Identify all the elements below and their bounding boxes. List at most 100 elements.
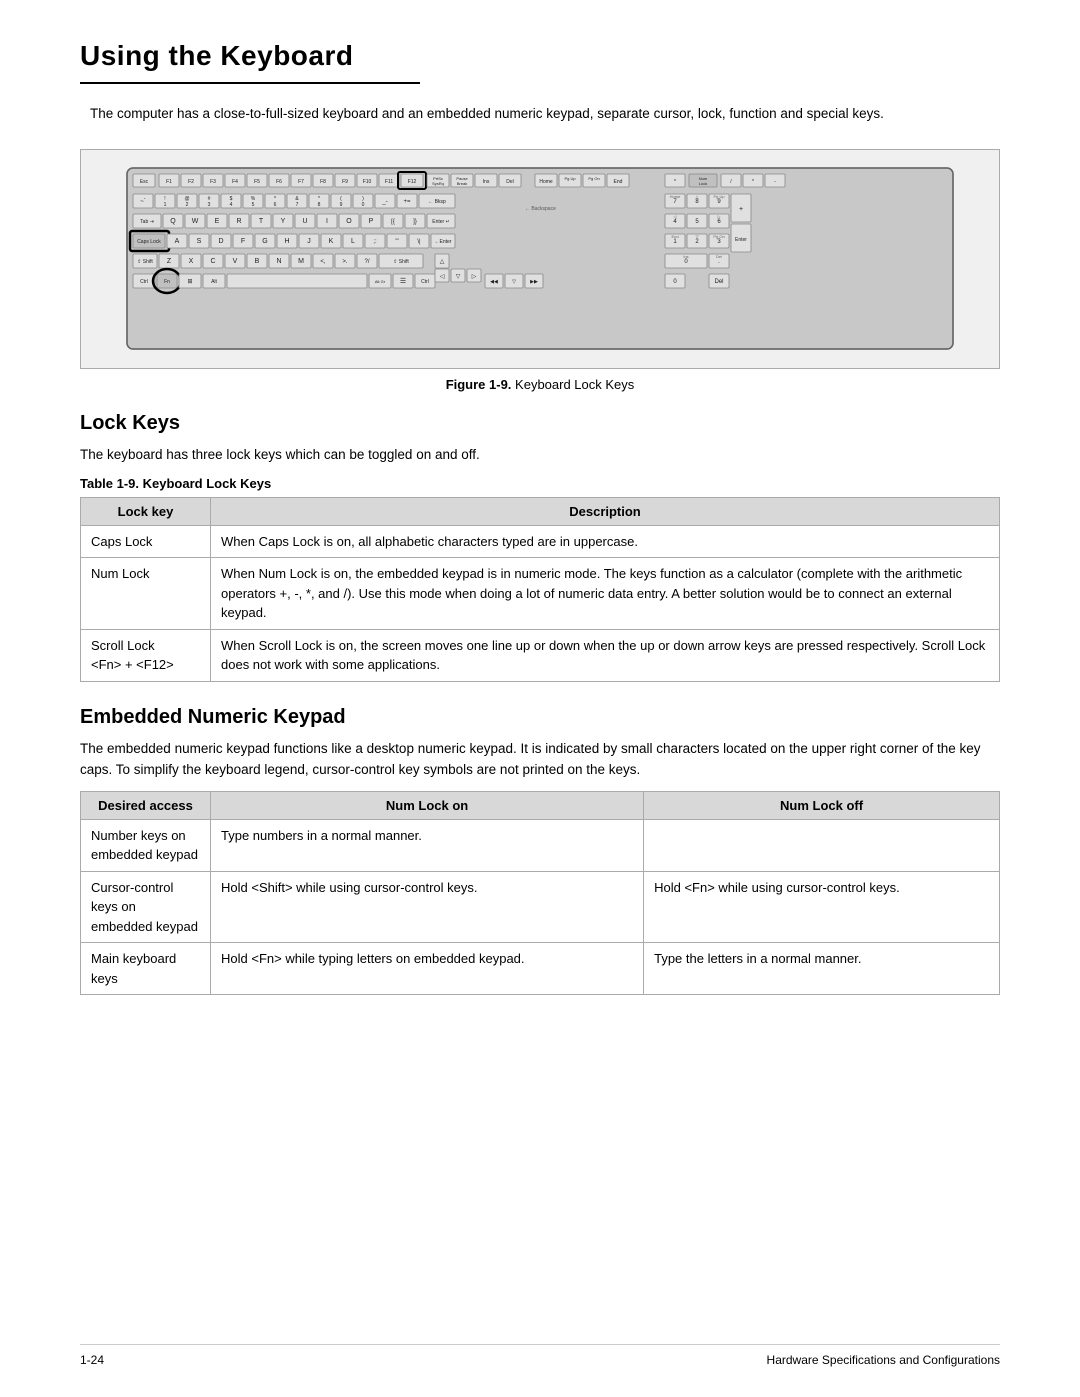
- svg-text:Pg Up: Pg Up: [564, 176, 576, 181]
- svg-text:X: X: [189, 258, 194, 265]
- svg-text:L: L: [351, 238, 355, 245]
- svg-text:R: R: [236, 218, 241, 225]
- svg-text:Del: Del: [714, 279, 723, 285]
- figure-caption-bold: Figure 1-9.: [446, 377, 512, 392]
- svg-text:Ins: Ins: [483, 179, 490, 185]
- svg-text:Break: Break: [457, 181, 467, 186]
- svg-text:>.: >.: [342, 259, 348, 265]
- svg-text:8: 8: [318, 202, 321, 208]
- num-lock-on-cell: Type numbers in a normal manner.: [211, 819, 644, 871]
- col-lock-key: Lock key: [81, 497, 211, 525]
- embedded-table-header-row: Desired access Num Lock on Num Lock off: [81, 791, 1000, 819]
- table-label-text: Keyboard Lock Keys: [139, 476, 271, 491]
- svg-text:H: H: [284, 238, 289, 245]
- table-row: Num LockWhen Num Lock is on, the embedde…: [81, 558, 1000, 630]
- description-cell: When Num Lock is on, the embedded keypad…: [211, 558, 1000, 630]
- lock-key-cell: Caps Lock: [81, 525, 211, 558]
- svg-text:Z: Z: [167, 258, 172, 265]
- intro-text: The computer has a close-to-full-sized k…: [80, 104, 1000, 125]
- svg-text:3: 3: [208, 202, 211, 208]
- svg-text:F2: F2: [188, 179, 194, 185]
- svg-text:1: 1: [164, 202, 167, 208]
- svg-text:F12: F12: [408, 179, 417, 185]
- col-num-lock-on: Num Lock on: [211, 791, 644, 819]
- keyboard-image: Esc F1 F2 F3 F4 F5 F6 F7 F8 F9 F10 F11 F…: [125, 166, 955, 351]
- lock-keys-table: Lock key Description Caps LockWhen Caps …: [80, 497, 1000, 682]
- svg-text:?/: ?/: [364, 259, 369, 265]
- svg-text:Pg On: Pg On: [713, 234, 724, 239]
- desired-access-cell: Number keys on embedded keypad: [81, 819, 211, 871]
- svg-text:'": '": [395, 239, 398, 245]
- col-num-lock-off: Num Lock off: [644, 791, 1000, 819]
- num-lock-on-cell: Hold <Shift> while using cursor-control …: [211, 871, 644, 943]
- table-header-row: Lock key Description: [81, 497, 1000, 525]
- svg-text:;:: ;:: [373, 239, 377, 245]
- svg-text:F5: F5: [254, 179, 260, 185]
- svg-text:*: *: [752, 179, 754, 185]
- keyboard-figure: Esc F1 F2 F3 F4 F5 F6 F7 F8 F9 F10 F11 F…: [80, 149, 1000, 369]
- svg-text:Home: Home: [539, 179, 553, 185]
- table-label-bold: Table 1-9.: [80, 476, 139, 491]
- svg-text:▷: ▷: [472, 274, 477, 280]
- svg-text:F10: F10: [363, 179, 372, 185]
- svg-text:U: U: [302, 218, 307, 225]
- svg-text:Pg Up: Pg Up: [713, 194, 725, 199]
- svg-text:M: M: [298, 258, 304, 265]
- num-lock-on-cell: Hold <Fn> while typing letters on embedd…: [211, 943, 644, 995]
- table-row: Number keys on embedded keypadType numbe…: [81, 819, 1000, 871]
- lock-keys-description: The keyboard has three lock keys which c…: [80, 445, 1000, 466]
- lock-key-cell: Num Lock: [81, 558, 211, 630]
- desired-access-cell: Cursor-control keys on embedded keypad: [81, 871, 211, 943]
- svg-text:End: End: [614, 179, 623, 185]
- svg-text:0: 0: [362, 202, 365, 208]
- svg-text:B: B: [255, 258, 260, 265]
- svg-text:\|: \|: [417, 239, 421, 245]
- svg-text:N: N: [276, 258, 281, 265]
- svg-text:<,: <,: [320, 259, 326, 265]
- page-footer: 1-24 Hardware Specifications and Configu…: [80, 1344, 1000, 1367]
- svg-text:S: S: [197, 238, 202, 245]
- svg-text:F6: F6: [276, 179, 282, 185]
- figure-caption: Figure 1-9. Keyboard Lock Keys: [80, 377, 1000, 392]
- svg-text:Fn: Fn: [164, 279, 170, 285]
- page-title: Using the Keyboard: [80, 40, 1000, 72]
- svg-text:☰: ☰: [400, 278, 406, 285]
- svg-text:Q: Q: [170, 218, 176, 225]
- desired-access-cell: Main keyboard keys: [81, 943, 211, 995]
- svg-text:⇧ Shift: ⇧ Shift: [137, 259, 153, 265]
- lock-keys-heading: Lock Keys: [80, 412, 1000, 435]
- svg-text:Caps Lock: Caps Lock: [137, 239, 161, 245]
- svg-text:Pg On: Pg On: [588, 176, 599, 181]
- embedded-keypad-heading: Embedded Numeric Keypad: [80, 706, 1000, 729]
- lock-keys-table-label: Table 1-9. Keyboard Lock Keys: [80, 476, 1000, 491]
- svg-text:+: +: [739, 206, 743, 213]
- svg-text:P: P: [369, 218, 374, 225]
- svg-text:W: W: [192, 218, 199, 225]
- svg-text:Alt Gr: Alt Gr: [375, 279, 386, 284]
- svg-text:F1: F1: [166, 179, 172, 185]
- num-lock-off-cell: [644, 819, 1000, 871]
- svg-text:I: I: [326, 218, 328, 225]
- svg-text:_-: _-: [381, 199, 387, 205]
- svg-text:← Bksp: ← Bksp: [428, 199, 446, 205]
- svg-text:Enter ↵: Enter ↵: [432, 219, 450, 225]
- svg-text:▽: ▽: [512, 279, 516, 285]
- svg-text:F9: F9: [342, 179, 348, 185]
- lock-key-cell: Scroll Lock <Fn> + <F12>: [81, 629, 211, 681]
- svg-text:▶▶: ▶▶: [530, 279, 538, 285]
- svg-text:4: 4: [230, 202, 233, 208]
- table-row: Scroll Lock <Fn> + <F12>When Scroll Lock…: [81, 629, 1000, 681]
- description-cell: When Caps Lock is on, all alphabetic cha…: [211, 525, 1000, 558]
- svg-text:2: 2: [186, 202, 189, 208]
- svg-text:Enter: Enter: [735, 237, 747, 243]
- svg-text:V: V: [233, 258, 238, 265]
- svg-text:⇧ Shift: ⇧ Shift: [393, 259, 409, 265]
- svg-text:J: J: [307, 238, 311, 245]
- svg-text:Ins: Ins: [683, 254, 688, 259]
- svg-text:F11: F11: [385, 179, 393, 185]
- svg-text:Ctrl: Ctrl: [421, 279, 429, 285]
- svg-text:+=: +=: [403, 199, 411, 205]
- svg-text:F7: F7: [298, 179, 304, 185]
- svg-text:9: 9: [340, 202, 343, 208]
- svg-text:F3: F3: [210, 179, 216, 185]
